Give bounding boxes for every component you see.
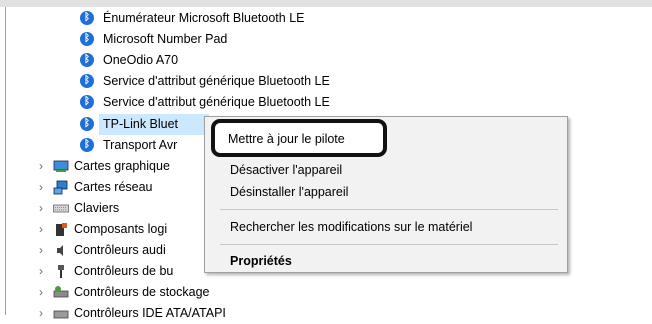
tree-category-label: Claviers: [74, 201, 120, 215]
tree-item-label: Service d'attribut générique Bluetooth L…: [103, 95, 330, 109]
usb-controller-icon: [58, 265, 64, 278]
software-component-icon: [56, 223, 67, 236]
bluetooth-icon: ᛒ: [80, 53, 94, 67]
tree-item-label: Transport Avr: [103, 138, 178, 152]
audio-controller-icon: [57, 245, 63, 256]
tree-item-label: Microsoft Number Pad: [103, 32, 228, 46]
bluetooth-icon: ᛒ: [80, 11, 94, 25]
chevron-right-icon[interactable]: ›: [36, 177, 46, 198]
chevron-right-icon[interactable]: ›: [36, 240, 46, 261]
tree-border: [5, 7, 6, 315]
tree-category-label: Cartes graphique: [74, 159, 170, 173]
tree-category-label: Contrôleurs audi: [74, 243, 166, 257]
bluetooth-icon: ᛒ: [80, 138, 94, 152]
menu-item-disable-device[interactable]: Désactiver l'appareil: [230, 159, 342, 181]
storage-controller-icon: [53, 286, 69, 298]
tree-category-label: Composants logi: [74, 222, 168, 236]
chevron-right-icon[interactable]: ›: [36, 198, 46, 219]
tree-category-label: Contrôleurs de stockage: [74, 285, 210, 299]
bluetooth-icon: ᛒ: [80, 117, 94, 131]
menu-item-properties[interactable]: Propriétés: [230, 250, 292, 272]
menu-separator: [220, 244, 558, 245]
chevron-right-icon[interactable]: ›: [36, 282, 46, 303]
menu-item-update-driver[interactable]: Mettre à jour le pilote: [228, 128, 345, 150]
chevron-right-icon[interactable]: ›: [36, 303, 46, 324]
network-adapter-icon: [53, 180, 68, 195]
tree-item-label: Énumérateur Microsoft Bluetooth LE: [103, 11, 305, 25]
top-bar: [0, 0, 652, 7]
tree-category-label: Contrôleurs IDE ATA/ATAPI: [74, 306, 226, 320]
chevron-right-icon[interactable]: ›: [36, 219, 46, 240]
chevron-right-icon[interactable]: ›: [36, 156, 46, 177]
tree-item-label: Service d'attribut générique Bluetooth L…: [103, 74, 330, 88]
menu-item-uninstall-device[interactable]: Désinstaller l'appareil: [230, 181, 348, 203]
tree-category-label: Cartes réseau: [74, 180, 153, 194]
keyboard-icon: [53, 204, 69, 213]
bluetooth-icon: ᛒ: [80, 95, 94, 109]
menu-separator: [220, 209, 558, 210]
ide-controller-icon: [53, 310, 69, 319]
chevron-right-icon[interactable]: ›: [36, 261, 46, 282]
menu-item-scan-hardware[interactable]: Rechercher les modifications sur le maté…: [230, 216, 472, 238]
tree-item-label: TP-Link Bluet: [103, 117, 179, 131]
bluetooth-icon: ᛒ: [80, 74, 94, 88]
tree-category-label: Contrôleurs de bu: [74, 264, 174, 278]
bluetooth-icon: ᛒ: [80, 32, 94, 46]
display-adapter-icon: [53, 160, 69, 172]
tree-item-label: OneOdio A70: [103, 53, 179, 67]
